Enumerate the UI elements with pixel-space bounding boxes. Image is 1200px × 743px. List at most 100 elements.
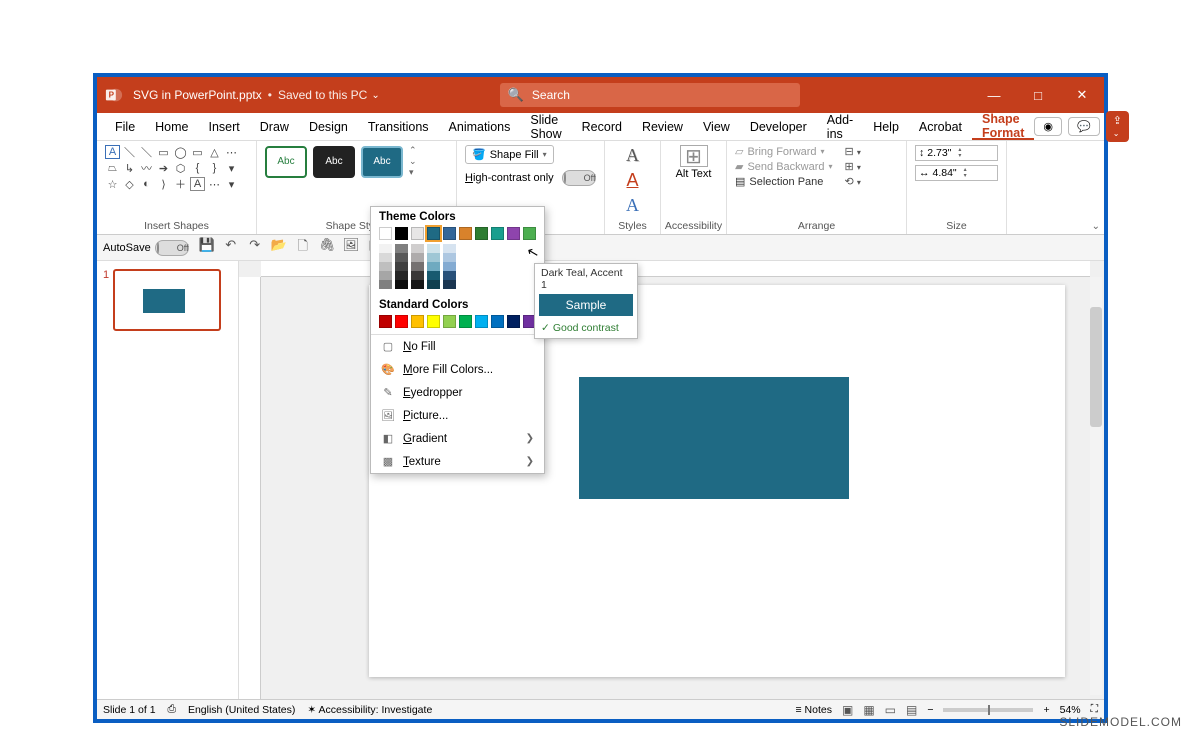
shape-oval-icon[interactable]: ◯: [173, 145, 188, 159]
slide-counter[interactable]: Slide 1 of 1: [103, 704, 156, 716]
tab-acrobat[interactable]: Acrobat: [909, 113, 972, 140]
minimize-button[interactable]: —: [972, 77, 1016, 113]
shape-elbow-icon[interactable]: ↳: [122, 161, 137, 175]
shape-line-icon[interactable]: ＼: [122, 145, 137, 159]
chevron-down-icon[interactable]: ⌄: [371, 90, 379, 101]
tab-addins[interactable]: Add-ins: [817, 113, 863, 140]
shade-swatch[interactable]: [443, 262, 456, 271]
style-gallery-expand-icon[interactable]: ⌃⌄▾: [409, 145, 417, 178]
shape-hex-icon[interactable]: ⬡: [173, 161, 188, 175]
maximize-button[interactable]: □: [1016, 77, 1060, 113]
tab-insert[interactable]: Insert: [199, 113, 250, 140]
shade-swatch[interactable]: [427, 253, 440, 262]
zoom-slider[interactable]: [943, 708, 1033, 712]
theme-color-swatch[interactable]: [395, 227, 408, 240]
gradient-item[interactable]: ◧Gradient❯: [371, 427, 544, 450]
shade-swatch[interactable]: [411, 244, 424, 253]
eyedropper-item[interactable]: ✎Eyedropper: [371, 381, 544, 404]
theme-color-swatch[interactable]: [523, 227, 536, 240]
tab-review[interactable]: Review: [632, 113, 693, 140]
wordart-effects-icon[interactable]: A: [626, 195, 639, 216]
standard-color-swatch[interactable]: [427, 315, 440, 328]
save-icon[interactable]: 💾: [199, 237, 215, 259]
shade-swatch[interactable]: [379, 253, 392, 262]
rotate-button[interactable]: ⟲ ▾: [845, 175, 861, 188]
tab-file[interactable]: File: [105, 113, 145, 140]
comments-button[interactable]: 💬: [1068, 117, 1100, 136]
shape-gallery[interactable]: A ＼ ＼ ▭ ◯ ▭ △ ⋯ ⏢ ↳ 〰 ➔ ⬡ { } ▾ ☆ ◇ ◐ ⟩: [105, 145, 248, 191]
pictures-icon[interactable]: 🖼: [343, 237, 359, 259]
record-mode-button[interactable]: ◉: [1034, 117, 1062, 136]
wordart-outline-icon[interactable]: A: [626, 145, 639, 166]
standard-color-swatch[interactable]: [411, 315, 424, 328]
shape-rect-icon[interactable]: ▭: [156, 145, 171, 159]
shade-swatch[interactable]: [395, 271, 408, 280]
theme-color-swatch[interactable]: [459, 227, 472, 240]
shape-fill-button[interactable]: 🪣 Shape Fill ▾: [465, 145, 554, 164]
shape-more3-icon[interactable]: ⋯: [207, 177, 222, 191]
theme-color-swatch[interactable]: [507, 227, 520, 240]
standard-color-swatch[interactable]: [443, 315, 456, 328]
selected-shape-rectangle[interactable]: [579, 377, 849, 499]
shape-style-gallery[interactable]: Abc Abc Abc ⌃⌄▾: [265, 145, 448, 178]
notes-indicator-icon[interactable]: ⎙: [168, 703, 176, 716]
shape-textbox-icon[interactable]: A: [105, 145, 120, 159]
style-dark[interactable]: Abc: [313, 146, 355, 178]
standard-color-swatch[interactable]: [507, 315, 520, 328]
undo-icon[interactable]: ↶: [223, 237, 239, 259]
sorter-view-icon[interactable]: ▦: [863, 703, 874, 717]
group-button[interactable]: ⊞ ▾: [845, 160, 861, 173]
ribbon-collapse-button[interactable]: ⌄: [1092, 221, 1100, 232]
high-contrast-toggle[interactable]: Off: [562, 170, 596, 186]
shade-swatch[interactable]: [379, 262, 392, 271]
shade-swatch[interactable]: [379, 271, 392, 280]
shade-swatch[interactable]: [411, 262, 424, 271]
notes-button[interactable]: ≡ Notes: [795, 704, 831, 716]
close-button[interactable]: ✕: [1060, 77, 1104, 113]
tab-transitions[interactable]: Transitions: [358, 113, 439, 140]
shade-swatch[interactable]: [411, 280, 424, 289]
language-button[interactable]: English (United States): [188, 704, 295, 716]
shape-callout-icon[interactable]: ◇: [122, 177, 137, 191]
tab-record[interactable]: Record: [572, 113, 632, 140]
tab-slideshow[interactable]: Slide Show: [520, 113, 571, 140]
theme-color-swatch[interactable]: [379, 227, 392, 240]
wordart-fill-icon[interactable]: A: [626, 170, 638, 191]
shade-swatch[interactable]: [427, 280, 440, 289]
zoom-out-button[interactable]: −: [927, 704, 933, 716]
shape-chev-icon[interactable]: ⟩: [156, 177, 171, 191]
shape-curve-icon[interactable]: 〰: [139, 161, 154, 175]
tab-view[interactable]: View: [693, 113, 740, 140]
theme-color-swatch[interactable]: [411, 227, 424, 240]
shade-swatch[interactable]: [443, 271, 456, 280]
link-icon[interactable]: 🖇: [319, 237, 335, 259]
shade-swatch[interactable]: [443, 253, 456, 262]
shape-roundrect-icon[interactable]: ▭: [190, 145, 205, 159]
shade-swatch[interactable]: [427, 271, 440, 280]
shape-more2-icon[interactable]: ▾: [224, 161, 239, 175]
shape-tb2-icon[interactable]: A: [190, 177, 205, 191]
texture-item[interactable]: ▩Texture❯: [371, 450, 544, 473]
tab-animations[interactable]: Animations: [439, 113, 521, 140]
shape-more1-icon[interactable]: ⋯: [224, 145, 239, 159]
more-colors-item[interactable]: 🎨More Fill Colors...: [371, 358, 544, 381]
reading-view-icon[interactable]: ▭: [885, 703, 896, 717]
standard-color-swatch[interactable]: [475, 315, 488, 328]
shade-swatch[interactable]: [395, 253, 408, 262]
size-height-input[interactable]: ↕2.73"▴▾: [915, 145, 998, 161]
zoom-in-button[interactable]: +: [1043, 704, 1049, 716]
search-input[interactable]: 🔍 Search: [500, 83, 800, 107]
theme-color-swatch[interactable]: [491, 227, 504, 240]
shade-swatch[interactable]: [395, 244, 408, 253]
standard-color-swatch[interactable]: [459, 315, 472, 328]
style-outline[interactable]: Abc: [265, 146, 307, 178]
shape-brace2-icon[interactable]: }: [207, 161, 222, 175]
shape-plus-icon[interactable]: ＋: [173, 177, 188, 191]
shape-triangle-icon[interactable]: △: [207, 145, 222, 159]
no-fill-item[interactable]: ▢No Fill: [371, 335, 544, 358]
standard-color-swatch[interactable]: [491, 315, 504, 328]
shade-swatch[interactable]: [411, 271, 424, 280]
redo-icon[interactable]: ↷: [247, 237, 263, 259]
accessibility-status[interactable]: ✶ Accessibility: Investigate: [307, 704, 432, 716]
theme-color-swatch[interactable]: [475, 227, 488, 240]
